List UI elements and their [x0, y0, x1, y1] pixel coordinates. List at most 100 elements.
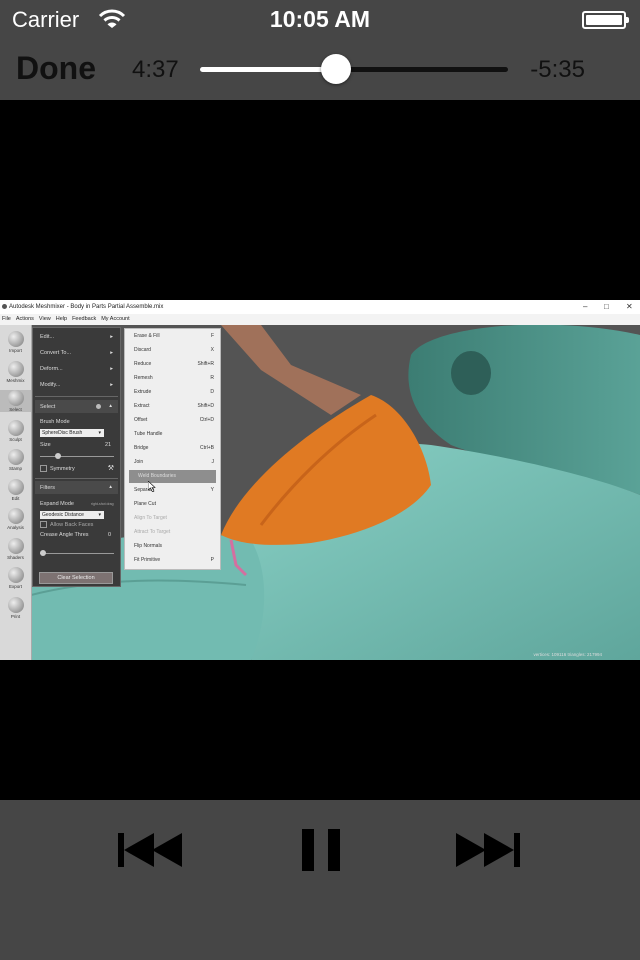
menu-my-account[interactable]: My Account	[101, 316, 129, 322]
select-icon	[7, 390, 24, 406]
skip-back-icon[interactable]	[118, 833, 184, 867]
context-menu-item[interactable]: Separate Y	[125, 484, 220, 497]
chevron-down-icon: ▾	[98, 512, 101, 518]
context-menu-shortcut: F	[210, 333, 214, 339]
tool-sidebar: Import Meshmix Select Sculpt Stamp Edit Analys…	[0, 325, 32, 660]
record-icon	[96, 404, 101, 409]
scrubber-track[interactable]	[200, 54, 508, 84]
menu-actions[interactable]: Actions	[16, 316, 34, 322]
filters-section-header[interactable]: Filters ▴	[35, 481, 118, 494]
panel-menu-item[interactable]: Edit... ▸	[40, 334, 113, 340]
tool-export[interactable]: Export	[0, 567, 31, 589]
context-menu-shortcut: Ctrl+B	[199, 445, 214, 451]
symmetry-checkbox[interactable]: Symmetry	[40, 465, 75, 472]
allow-back-faces-checkbox[interactable]: Allow Back Faces	[40, 521, 93, 528]
context-menu-item[interactable]: Offset Ctrl+D	[125, 414, 220, 427]
context-menu-label: Offset	[134, 417, 148, 423]
status-bar: Carrier 10:05 AM	[0, 0, 640, 40]
panel-menu-label: Edit...	[40, 334, 55, 340]
context-menu-item[interactable]: Bridge Ctrl+B	[125, 442, 220, 455]
size-slider-knob[interactable]	[55, 453, 61, 459]
tool-label: Meshmix	[6, 377, 25, 383]
tool-meshmix[interactable]: Meshmix	[0, 360, 31, 383]
tool-print[interactable]: Print	[0, 596, 31, 619]
export-icon	[7, 567, 24, 583]
menu-view[interactable]: View	[39, 316, 51, 322]
tool-sculpt[interactable]: Sculpt	[0, 419, 31, 442]
tool-import[interactable]: Import	[0, 331, 31, 353]
panel-menu-item[interactable]: Convert To... ▸	[40, 350, 113, 356]
tool-select[interactable]: Select	[0, 390, 31, 412]
context-menu-item[interactable]: Tube Handle	[125, 428, 220, 441]
select-section-header[interactable]: Select ▴	[35, 400, 118, 413]
tool-analysis[interactable]: Analysis	[0, 508, 31, 530]
context-menu-item[interactable]: Fit Primitive P	[125, 554, 220, 567]
tool-edit[interactable]: Edit	[0, 478, 31, 501]
context-menu-shortcut: Ctrl+D	[199, 417, 214, 423]
menu-file[interactable]: File	[2, 316, 11, 322]
collapse-icon[interactable]: ▴	[109, 484, 112, 490]
menu-help[interactable]: Help	[56, 316, 67, 322]
panel-menu-label: Modify...	[40, 382, 61, 388]
context-menu-item[interactable]: Extract Shift+D	[125, 400, 220, 413]
context-menu-label: Tube Handle	[134, 431, 163, 437]
tool-stamp[interactable]: Stamp	[0, 449, 31, 471]
scrubber-knob[interactable]	[320, 54, 351, 84]
shaders-icon	[7, 537, 24, 554]
menu-feedback[interactable]: Feedback	[72, 316, 96, 322]
select-section-label: Select	[40, 404, 56, 410]
window-title: Autodesk Meshmixer - Body in Parts Parti…	[9, 304, 164, 310]
context-menu: Erase & Fill F Discard X Reduce Shift+R Remesh…	[124, 328, 221, 570]
pause-icon[interactable]	[302, 829, 340, 871]
done-button[interactable]: Done	[16, 50, 96, 87]
elapsed-time: 4:37	[132, 56, 179, 83]
context-menu-item[interactable]: Plane Cut	[125, 498, 220, 511]
context-menu-item[interactable]: Flip Normals	[125, 540, 220, 553]
clear-selection-button[interactable]: Clear Selection	[39, 572, 113, 584]
brush-mode-value: SphereDisc Brush	[42, 430, 83, 436]
context-menu-label: Flip Normals	[134, 543, 163, 549]
context-menu-item[interactable]: Discard X	[125, 344, 220, 357]
context-menu-item[interactable]: Remesh R	[125, 372, 220, 385]
context-menu-shortcut: Shift+D	[197, 403, 214, 409]
edit-icon	[7, 478, 24, 495]
symmetry-label: Symmetry	[50, 465, 75, 472]
crease-angle-slider[interactable]	[40, 550, 114, 556]
scrubber-played	[200, 67, 336, 72]
tool-shaders[interactable]: Shaders	[0, 537, 31, 560]
close-icon: ✕	[626, 302, 633, 311]
context-menu-item[interactable]: Join J	[125, 456, 220, 469]
context-menu-label: Extract	[134, 403, 150, 409]
expand-mode-hint: right-shot drag	[91, 502, 114, 506]
skip-forward-icon[interactable]	[456, 833, 522, 867]
video-frame[interactable]: Autodesk Meshmixer - Body in Parts Parti…	[0, 300, 640, 660]
context-menu-label: Align To Target	[134, 515, 167, 521]
size-value: 21	[105, 442, 112, 448]
meshmix-icon	[7, 360, 24, 377]
crease-angle-value: 0	[108, 532, 112, 538]
maximize-icon: □	[604, 302, 609, 311]
wrench-icon[interactable]: ⚒	[108, 464, 114, 472]
mesh-stats: vertices: 109116 triangles: 217994	[533, 652, 602, 657]
mesh-render	[31, 325, 640, 660]
context-menu-shortcut: R	[210, 375, 214, 381]
remaining-time: -5:35	[530, 56, 585, 83]
tool-label: Analysis	[7, 525, 24, 530]
context-menu-item[interactable]: Extrude D	[125, 386, 220, 399]
crease-slider-knob[interactable]	[40, 550, 46, 556]
status-time: 10:05 AM	[269, 6, 371, 32]
brush-mode-dropdown[interactable]: SphereDisc Brush ▾	[40, 429, 104, 437]
chevron-down-icon: ▾	[98, 430, 101, 436]
size-slider[interactable]	[40, 453, 114, 459]
context-menu-label: Attract To Target	[134, 529, 171, 535]
player-top-bar: Carrier 10:05 AM Done 4:37 -5:35	[0, 0, 640, 100]
app-menu-bar: File Actions View Help Feedback My Account	[0, 314, 640, 325]
panel-menu-item[interactable]: Deform... ▸	[40, 366, 113, 372]
expand-mode-dropdown[interactable]: Geodesic Distance ▾	[40, 511, 104, 519]
collapse-icon[interactable]: ▴	[109, 403, 112, 409]
context-menu-item[interactable]: Erase & Fill F	[125, 330, 220, 343]
context-menu-item[interactable]: Weld Boundaries	[129, 470, 216, 483]
panel-divider	[35, 478, 118, 479]
context-menu-item[interactable]: Reduce Shift+R	[125, 358, 220, 371]
panel-menu-item[interactable]: Modify... ▸	[40, 382, 113, 388]
